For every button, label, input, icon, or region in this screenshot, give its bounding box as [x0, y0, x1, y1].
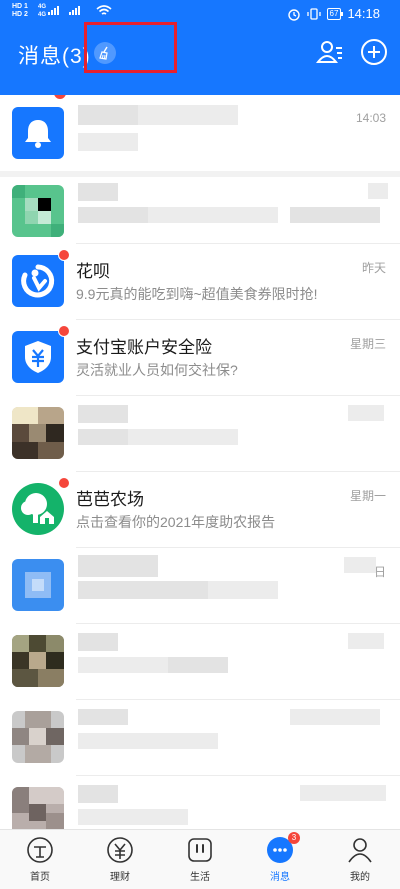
- status-time: 14:18: [347, 6, 380, 21]
- tab-profile[interactable]: 我的: [320, 830, 400, 889]
- tab-label: 消息: [270, 872, 290, 883]
- message-time: 昨天: [361, 261, 386, 275]
- network1-label: 4G: [38, 4, 47, 10]
- sim1-label: HD 1: [12, 3, 28, 10]
- tab-label: 首页: [30, 872, 50, 883]
- avatar: [12, 185, 64, 237]
- message-name: 芭芭农场: [76, 490, 144, 509]
- status-bar: HD 1 HD 2 4G 4G 67 14:18: [0, 0, 400, 28]
- unread-badge: 3: [54, 95, 66, 99]
- message-item[interactable]: 花呗 9.9元真的能吃到嗨~超值美食券限时抢! 昨天: [0, 243, 400, 319]
- avatar: [12, 559, 64, 611]
- message-time: 星期一: [349, 489, 386, 503]
- tab-label: 理财: [110, 872, 130, 883]
- message-name: 支付宝账户安全险: [76, 338, 212, 357]
- message-preview: 点击查看你的2021年度助农报告: [76, 514, 276, 530]
- message-name: 花呗: [76, 262, 110, 281]
- message-preview: 9.9元真的能吃到嗨~超值美食券限时抢!: [76, 286, 318, 302]
- tab-life[interactable]: 生活: [160, 830, 240, 889]
- wealth-icon: [107, 837, 133, 863]
- highlight-box: [84, 22, 177, 73]
- avatar: [12, 635, 64, 687]
- sim-labels: HD 1 HD 2: [12, 3, 28, 19]
- tab-label: 生活: [190, 872, 210, 883]
- message-item[interactable]: [0, 775, 400, 829]
- message-time: 星期三: [349, 337, 386, 351]
- shield-yuan-icon: [12, 331, 64, 383]
- tab-label: 我的: [350, 872, 370, 883]
- message-item[interactable]: 芭芭农场 点击查看你的2021年度助农报告 星期一: [0, 471, 400, 547]
- message-item[interactable]: 3 14:03: [0, 95, 400, 171]
- wifi-icon: [96, 5, 112, 15]
- message-list: 3 14:03: [0, 95, 400, 829]
- contacts-icon[interactable]: [316, 38, 344, 66]
- tab-home[interactable]: 首页: [0, 830, 80, 889]
- life-icon: [188, 838, 212, 862]
- network-labels: 4G 4G: [38, 3, 46, 19]
- message-time: 日: [373, 565, 386, 579]
- tab-bar: 首页 理财 生活 3 消息 我的: [0, 829, 400, 889]
- vibrate-icon: [306, 7, 321, 20]
- message-item[interactable]: [0, 173, 400, 249]
- avatar: [12, 407, 64, 459]
- unread-dot: [58, 325, 70, 337]
- signal2-icon: [69, 6, 80, 15]
- bell-icon: [12, 107, 64, 159]
- tab-messages[interactable]: 3 消息: [240, 830, 320, 889]
- battery-icon: 67: [326, 7, 344, 20]
- add-icon[interactable]: [360, 38, 388, 66]
- tab-badge: 3: [288, 832, 300, 844]
- message-preview: 灵活就业人员如何交社保?: [76, 362, 238, 378]
- farm-tree-icon: [12, 483, 64, 535]
- unread-dot: [58, 249, 70, 261]
- message-item[interactable]: 支付宝账户安全险 灵活就业人员如何交社保? 星期三: [0, 319, 400, 395]
- avatar: [12, 787, 64, 829]
- message-item[interactable]: [0, 699, 400, 775]
- message-item[interactable]: [0, 395, 400, 471]
- signal1-icon: [48, 6, 59, 15]
- huabei-icon: [12, 255, 64, 307]
- network2-label: 4G: [38, 12, 47, 18]
- header-bar: HD 1 HD 2 4G 4G 67 14:18 消息(3): [0, 0, 400, 95]
- profile-icon: [348, 838, 372, 863]
- alarm-icon: [287, 8, 300, 21]
- home-icon: [27, 837, 53, 863]
- message-time: 14:03: [355, 111, 386, 125]
- tab-wealth[interactable]: 理财: [80, 830, 160, 889]
- message-item[interactable]: [0, 623, 400, 699]
- avatar: [12, 711, 64, 763]
- sim2-label: HD 2: [12, 11, 28, 18]
- page-title: 消息(3): [18, 45, 91, 68]
- message-item[interactable]: 日: [0, 547, 400, 623]
- unread-dot: [58, 477, 70, 489]
